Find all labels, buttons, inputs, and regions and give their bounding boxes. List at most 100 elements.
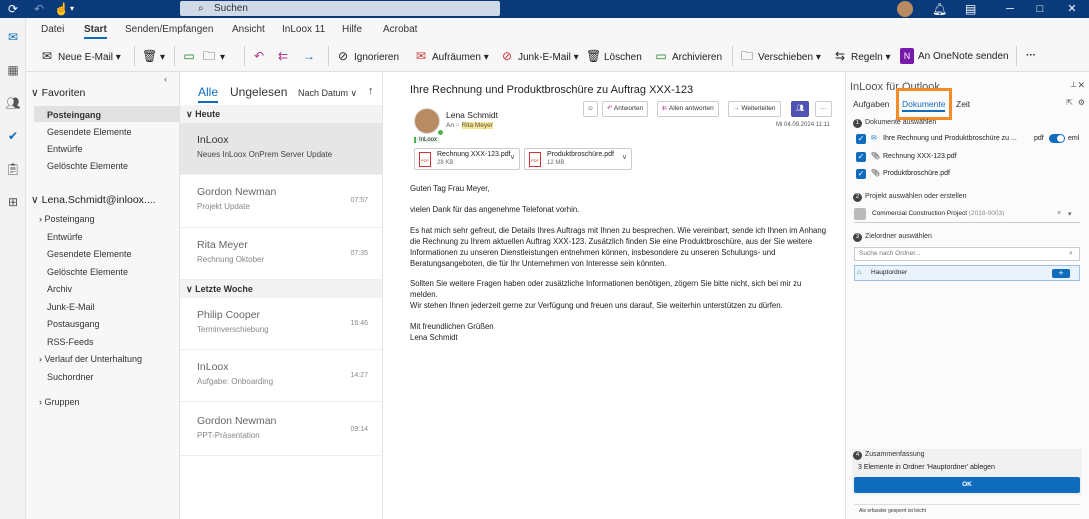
sort-direction-icon[interactable]: ↑: [368, 85, 374, 97]
account-avatar[interactable]: [897, 1, 913, 17]
forward-pane-button[interactable]: → Weiterleiten: [728, 101, 781, 117]
folder-suchordner[interactable]: Suchordner: [47, 372, 94, 382]
tab-senden-empfangen[interactable]: Senden/Empfangen: [125, 24, 213, 35]
reply-button[interactable]: ↶: [252, 48, 270, 64]
archive-button[interactable]: ▭ Archivieren: [654, 48, 722, 64]
sender-name[interactable]: Lena Schmidt: [446, 110, 498, 120]
search-input[interactable]: ⌕ Suchen: [180, 1, 500, 16]
tab-inloox[interactable]: InLoox 11: [282, 24, 325, 35]
undo-icon[interactable]: ↶: [34, 2, 44, 16]
chevron-down-icon[interactable]: ∨: [622, 153, 627, 161]
chevron-down-icon[interactable]: ▾: [1068, 210, 1072, 218]
message-row[interactable]: InLoox Aufgabe: Onboarding 14:27: [180, 350, 382, 402]
cleanup-button[interactable]: ✉ Aufräumen ▾: [414, 48, 489, 64]
message-row[interactable]: Philip Cooper Terminverschiebung 16:46: [180, 298, 382, 350]
delete-icon-button[interactable]: 🗑︎ ▾: [142, 48, 165, 64]
junk-button[interactable]: ⊘ Junk-E-Mail ▾: [500, 48, 579, 64]
mail-icon[interactable]: ✉: [4, 28, 22, 46]
emoji-button[interactable]: ☺: [583, 101, 598, 117]
open-external-icon[interactable]: ⇱: [1066, 98, 1073, 107]
reply-pane-button[interactable]: ↶ Antworten: [602, 101, 649, 117]
folder-search-input[interactable]: Suche nach Ordner...: [854, 247, 1080, 261]
folder-geloeschte[interactable]: Gelöschte Elemente: [47, 267, 128, 277]
folder-postausgang[interactable]: Postausgang: [47, 319, 100, 329]
folder-posteingang[interactable]: › Posteingang: [39, 214, 95, 224]
more-actions-button[interactable]: ···: [815, 101, 832, 117]
favorite-gesendete[interactable]: Gesendete Elemente: [47, 127, 132, 137]
message-row[interactable]: Gordon Newman Projekt Update 07:57: [180, 175, 382, 228]
tab-hilfe[interactable]: Hilfe: [342, 24, 362, 35]
add-folder-button[interactable]: +: [1052, 269, 1070, 278]
format-toggle[interactable]: [1049, 134, 1065, 143]
project-selector[interactable]: Commercial Construction Project (2018-00…: [854, 205, 1080, 223]
pin-icon[interactable]: ⊥: [1070, 80, 1077, 89]
move-icon-button[interactable]: 🗀︎ ▾: [202, 48, 225, 64]
folder-verlauf[interactable]: › Verlauf der Unterhaltung: [39, 354, 142, 364]
checkbox-file-1[interactable]: ✓: [856, 152, 866, 162]
folder-entwuerfe[interactable]: Entwürfe: [47, 232, 83, 242]
ignore-button[interactable]: ⊘ Ignorieren: [336, 48, 399, 64]
favorite-posteingang[interactable]: Posteingang: [47, 110, 101, 120]
checkbox-mail[interactable]: ✓: [856, 134, 866, 144]
bell-icon[interactable]: 🔔︎: [932, 2, 947, 16]
clear-icon[interactable]: ×: [1057, 210, 1061, 217]
tab-start[interactable]: Start: [84, 24, 107, 39]
onenote-button[interactable]: N An OneNote senden: [900, 48, 1009, 64]
category-tag[interactable]: InLoox: [414, 137, 441, 143]
checkbox-file-2[interactable]: ✓: [856, 169, 866, 179]
groups-header[interactable]: › Gruppen: [39, 397, 80, 407]
group-header-today[interactable]: ∨ Heute: [180, 105, 382, 123]
folder-archiv[interactable]: Archiv: [47, 284, 72, 294]
notes-icon[interactable]: 📋︎: [4, 160, 22, 178]
group-header-last-week[interactable]: ∨ Letzte Woche: [180, 280, 382, 298]
tab-acrobat[interactable]: Acrobat: [383, 24, 417, 35]
people-icon[interactable]: 👥︎: [4, 94, 22, 112]
todo-icon[interactable]: ✔: [4, 127, 22, 145]
message-row[interactable]: Gordon Newman PPT-Präsentation 09:14: [180, 404, 382, 456]
archive-icon-button[interactable]: ▭: [182, 48, 200, 64]
message-row[interactable]: InLoox Neues InLoox OnPrem Server Update: [180, 123, 382, 175]
new-mail-button[interactable]: ✉ Neue E-Mail ▾: [40, 48, 121, 64]
tab-aufgaben[interactable]: Aufgaben: [853, 99, 889, 109]
quick-access-dropdown-icon[interactable]: ▾: [70, 2, 74, 16]
folder-row[interactable]: Hauptordner: [854, 265, 1080, 281]
sort-dropdown[interactable]: Nach Datum ∨: [298, 88, 357, 99]
folder-gesendete[interactable]: Gesendete Elemente: [47, 249, 132, 259]
reply-all-button[interactable]: ⇇: [276, 48, 294, 64]
tab-zeit[interactable]: Zeit: [956, 99, 970, 109]
folder-rss[interactable]: RSS-Feeds: [47, 337, 94, 347]
apps-icon[interactable]: ⊞: [4, 193, 22, 211]
sync-icon[interactable]: ⟳: [8, 2, 18, 16]
ok-button[interactable]: OK: [854, 477, 1080, 493]
reply-all-pane-button[interactable]: ⇇ Allen antworten: [657, 101, 719, 117]
rules-button[interactable]: ⇆ Regeln ▾: [833, 48, 891, 64]
minimize-button[interactable]: ─: [995, 1, 1025, 17]
favorites-header[interactable]: ∨ Favoriten: [31, 87, 85, 99]
teams-button[interactable]: 👥︎: [791, 101, 810, 117]
gear-icon[interactable]: ⚙: [1078, 98, 1085, 107]
favorite-entwuerfe[interactable]: Entwürfe: [47, 144, 83, 154]
collapse-pane-icon[interactable]: ‹: [164, 74, 167, 84]
display-options-icon[interactable]: ▤: [965, 2, 976, 16]
tab-datei[interactable]: Datei: [41, 24, 64, 35]
favorite-geloeschte[interactable]: Gelöschte Elemente: [47, 161, 128, 171]
chevron-down-icon[interactable]: ∨: [510, 153, 515, 161]
tab-ungelesen[interactable]: Ungelesen: [230, 85, 287, 99]
tab-alle[interactable]: Alle: [198, 85, 219, 103]
close-pane-icon[interactable]: ✕: [1077, 80, 1085, 91]
attachment-broschuere[interactable]: PDF Produktbroschüre.pdf 12 MB ∨: [524, 148, 632, 170]
delete-button[interactable]: 🗑︎ Löschen: [586, 48, 642, 64]
calendar-icon[interactable]: ▦: [4, 61, 22, 79]
close-button[interactable]: ✕: [1057, 1, 1087, 17]
sender-avatar[interactable]: [414, 108, 440, 134]
recipient-name[interactable]: Rita Meyer: [461, 122, 493, 129]
message-row[interactable]: Rita Meyer Rechnung Oktober 07:35: [180, 228, 382, 280]
account-header[interactable]: ∨ Lena.Schmidt@inloox....: [31, 194, 156, 206]
maximize-button[interactable]: □: [1025, 1, 1055, 17]
tab-ansicht[interactable]: Ansicht: [232, 24, 265, 35]
folder-junk[interactable]: Junk-E-Mail: [47, 302, 95, 312]
touch-mode-icon[interactable]: ☝: [54, 2, 69, 16]
attachment-rechnung[interactable]: PDF Rechnung XXX-123.pdf 28 KB ∨: [414, 148, 520, 170]
forward-button[interactable]: →: [302, 48, 320, 64]
move-button[interactable]: 🗀︎ Verschieben ▾: [740, 48, 821, 64]
